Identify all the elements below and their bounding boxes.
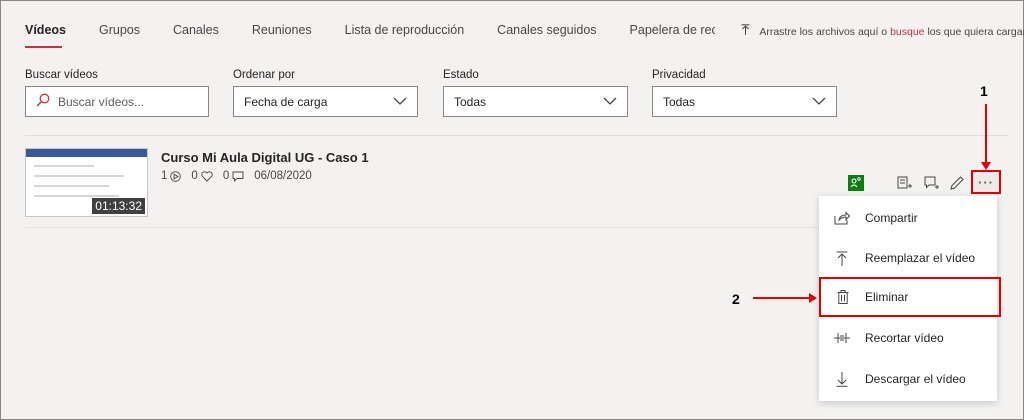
callout-arrow-2-head [809,293,817,303]
menu-item-label: Eliminar [865,290,909,304]
menu-item-label: Descargar el vídeo [865,372,966,386]
heart-icon [201,170,213,182]
callout-arrow-2-line [753,297,811,299]
search-input[interactable]: Buscar vídeos... [25,86,209,117]
views-count: 1 [161,170,168,182]
search-filter: Buscar vídeos Buscar vídeos... [25,69,209,117]
menu-item-share[interactable]: Compartir [819,198,997,238]
privacy-filter: Privacidad Todas [652,69,837,117]
chevron-down-icon [603,95,617,109]
more-options-button[interactable]: ··· [971,170,1001,194]
sort-value: Fecha de carga [244,94,328,109]
thumbnail-header [26,149,147,157]
divider [25,135,1009,136]
tab-followed-channels[interactable]: Canales seguidos [497,23,596,47]
trim-icon [819,332,865,344]
menu-item-label: Reemplazar el vídeo [865,251,976,265]
tab-channels[interactable]: Canales [173,23,219,47]
video-thumbnail[interactable]: 01:13:32 [25,148,148,217]
callout-arrow-1-line [985,104,987,164]
upload-date: 06/08/2020 [254,170,312,182]
tab-meetings[interactable]: Reuniones [252,23,312,47]
play-icon [170,170,182,182]
privacy-select[interactable]: Todas [652,86,837,117]
chevron-down-icon [812,95,826,109]
divider [25,227,820,228]
context-menu: Compartir Reemplazar el vídeo Eliminar R… [819,196,1001,401]
status-select[interactable]: Todas [443,86,628,117]
privacy-value: Todas [663,94,696,109]
sort-label: Ordenar por [233,69,296,81]
menu-item-replace-video[interactable]: Reemplazar el vídeo [819,238,997,278]
search-placeholder: Buscar vídeos... [58,94,145,109]
menu-item-trim-video[interactable]: Recortar vídeo [819,318,997,358]
tab-bar: Vídeos Grupos Canales Reuniones Lista de… [25,23,748,47]
thumbnail-line [34,185,109,187]
chevron-down-icon [393,95,407,109]
tab-recycle-bin[interactable]: Papelera de recic [630,23,715,47]
comment-icon [232,171,244,182]
video-stats: 1 0 0 06/08/2020 [161,170,312,182]
video-title[interactable]: Curso Mi Aula Digital UG - Caso 1 [161,150,369,165]
thumbnail-line [34,175,124,177]
search-label: Buscar vídeos [25,69,98,81]
upload-hint: Arrastre los archivos aquí o busque los … [741,24,1024,38]
menu-item-label: Recortar vídeo [865,331,944,345]
status-label: Estado [443,69,479,81]
video-duration: 01:13:32 [92,198,145,214]
status-value: Todas [454,94,487,109]
upload-text-before: Arrastre los archivos aquí o [759,26,891,38]
add-to-playlist-icon[interactable] [896,175,914,191]
tab-videos[interactable]: Vídeos [25,23,66,47]
permissions-badge-icon[interactable] [848,175,864,191]
sort-filter: Ordenar por Fecha de carga [233,69,418,117]
callout-number-2: 2 [732,291,740,307]
active-tab-indicator [25,46,62,48]
tab-groups[interactable]: Grupos [99,23,140,47]
app-frame: Vídeos Grupos Canales Reuniones Lista de… [0,0,1024,420]
callout-arrow-1-head [981,162,991,170]
comments-count: 0 [222,170,230,182]
search-icon [36,93,50,110]
menu-item-download-video[interactable]: Descargar el vídeo [819,359,997,399]
likes-count: 0 [191,170,198,182]
share-icon [819,211,865,225]
add-comment-icon[interactable] [923,175,941,191]
sort-select[interactable]: Fecha de carga [233,86,418,117]
callout-number-1: 1 [980,83,988,99]
tab-playlists[interactable]: Lista de reproducción [345,23,465,47]
privacy-label: Privacidad [652,69,706,81]
thumbnail-line [34,165,94,167]
thumbnail-line [34,195,119,197]
status-filter: Estado Todas [443,69,628,117]
edit-pencil-icon[interactable] [949,175,967,191]
menu-item-label: Compartir [865,211,918,225]
browse-link[interactable]: busque [890,26,924,38]
upload-text-after: los que quiera cargar. [924,26,1024,38]
trash-icon [821,290,865,304]
download-icon [819,371,865,387]
upload-icon [819,251,865,266]
menu-item-delete[interactable]: Eliminar [819,277,1001,317]
upload-icon [741,24,753,38]
